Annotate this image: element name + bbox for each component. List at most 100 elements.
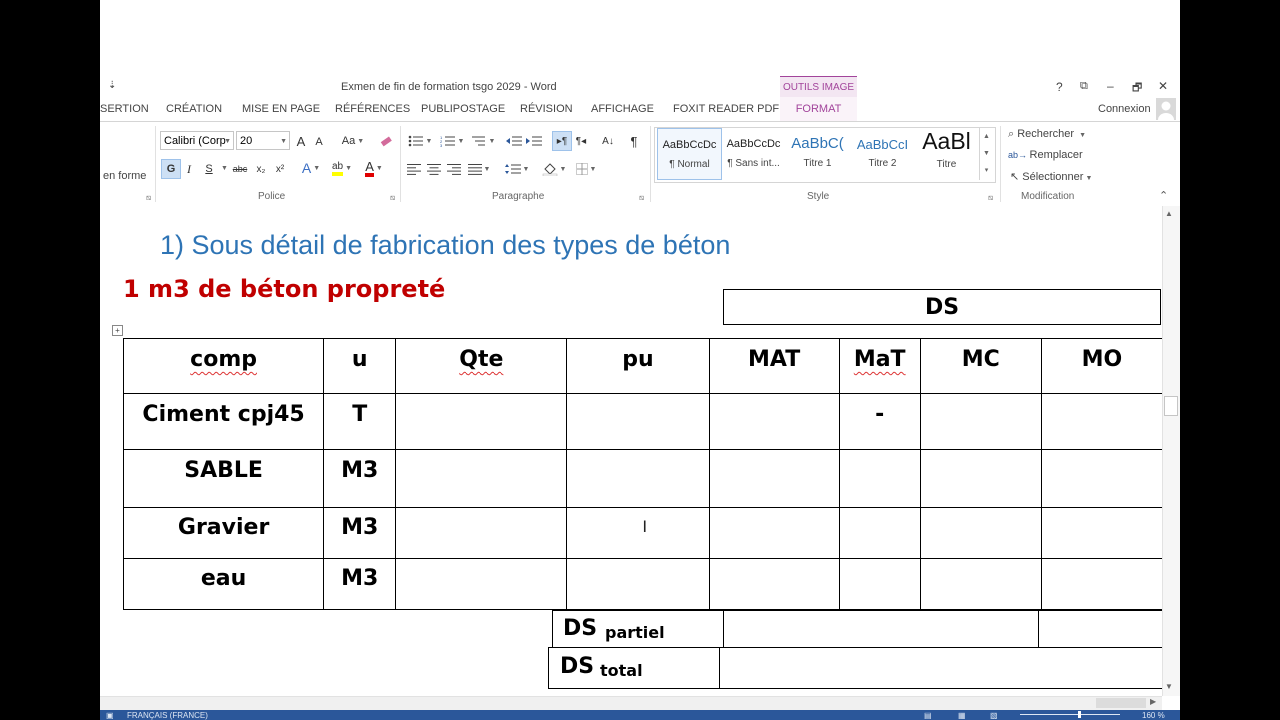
table-cell[interactable]: [566, 449, 710, 508]
table-cell[interactable]: Ciment cpj45: [122, 393, 325, 450]
tab-format[interactable]: FORMAT: [780, 97, 857, 121]
style-titre[interactable]: AaBl Titre: [915, 128, 978, 178]
tab-revision[interactable]: RÉVISION: [520, 103, 573, 115]
table-cell[interactable]: [1040, 558, 1164, 610]
select-button[interactable]: ↖ Sélectionner ▼: [1010, 170, 1092, 183]
scroll-down-arrow-icon[interactable]: ▼: [1165, 682, 1173, 691]
table-cell[interactable]: [708, 393, 840, 450]
ds-partiel-value-cell[interactable]: [723, 611, 1039, 647]
font-color-button[interactable]: A ▼: [360, 159, 388, 177]
table-cell[interactable]: [838, 558, 921, 610]
bold-button[interactable]: G: [161, 159, 181, 179]
sort-button[interactable]: A↓: [600, 132, 616, 150]
strikethrough-button[interactable]: abc: [230, 160, 250, 178]
tab-foxit-reader-pdf[interactable]: FOXIT READER PDF: [673, 103, 779, 115]
table-move-handle-icon[interactable]: +: [112, 325, 123, 336]
tab-publipostage[interactable]: PUBLIPOSTAGE: [421, 103, 505, 115]
show-formatting-button[interactable]: ¶: [626, 132, 642, 150]
table-cell[interactable]: [919, 558, 1042, 610]
restore-button[interactable]: 🗗: [1132, 79, 1142, 98]
tab-references[interactable]: RÉFÉRENCES: [335, 103, 410, 115]
table-cell[interactable]: [919, 393, 1042, 450]
table-cell[interactable]: [1040, 393, 1164, 450]
collapse-ribbon-icon[interactable]: ⌃: [1159, 189, 1168, 202]
shading-button[interactable]: ▼: [540, 160, 568, 178]
scroll-up-arrow-icon[interactable]: ▲: [1165, 209, 1173, 218]
table-cell[interactable]: [395, 507, 568, 559]
print-layout-icon[interactable]: ▦: [958, 711, 966, 720]
font-name-box[interactable]: Calibri (Corp ▼: [160, 131, 234, 150]
header-cell[interactable]: MAT: [708, 338, 840, 394]
style-titre-1[interactable]: AaBbC(Titre 1: [786, 128, 849, 178]
underline-button[interactable]: S: [202, 160, 216, 178]
table-cell[interactable]: [838, 507, 921, 559]
italic-button[interactable]: I: [182, 160, 196, 178]
highlight-button[interactable]: ab ▼: [328, 159, 356, 177]
header-cell[interactable]: comp: [122, 338, 325, 394]
table-cell[interactable]: [919, 507, 1042, 559]
language-indicator[interactable]: FRANÇAIS (FRANCE): [127, 711, 208, 720]
line-spacing-button[interactable]: ▼: [503, 160, 531, 178]
justify-button[interactable]: ▼: [466, 160, 492, 178]
header-cell[interactable]: u: [323, 338, 397, 394]
header-cell[interactable]: MC: [919, 338, 1042, 394]
minimize-button[interactable]: –: [1107, 79, 1114, 93]
clipboard-launcher-icon[interactable]: ⧅: [146, 193, 151, 203]
styles-launcher-icon[interactable]: ⧅: [988, 193, 993, 203]
quick-access-customize-icon[interactable]: ⇣: [108, 80, 116, 91]
table-cell[interactable]: [566, 558, 710, 610]
ltr-button[interactable]: ▸¶: [552, 131, 572, 151]
header-cell[interactable]: MaT: [838, 338, 921, 394]
header-cell[interactable]: pu: [566, 338, 710, 394]
table-cell[interactable]: M3: [323, 507, 397, 559]
table-cell[interactable]: [566, 393, 710, 450]
table-cell[interactable]: [395, 393, 568, 450]
vertical-scroll-thumb[interactable]: [1164, 396, 1178, 416]
styles-scroll[interactable]: ▲ ▼ ▾: [979, 128, 993, 180]
table-cell[interactable]: [838, 449, 921, 508]
tab-affichage[interactable]: AFFICHAGE: [591, 103, 654, 115]
font-size-box[interactable]: 20 ▼: [236, 131, 290, 150]
font-launcher-icon[interactable]: ⧅: [390, 193, 395, 203]
close-button[interactable]: ✕: [1158, 79, 1168, 93]
increase-indent-button[interactable]: [525, 132, 543, 150]
table-cell[interactable]: [395, 449, 568, 508]
align-right-button[interactable]: [446, 160, 462, 178]
align-center-button[interactable]: [426, 160, 442, 178]
table-cell[interactable]: [395, 558, 568, 610]
help-button[interactable]: ?: [1056, 80, 1063, 94]
ds-header-cell[interactable]: DS: [723, 289, 1161, 325]
replace-button[interactable]: ab→ Remplacer: [1008, 149, 1083, 161]
table-cell[interactable]: M3: [323, 449, 397, 508]
grow-font-button[interactable]: A: [294, 132, 308, 150]
table-cell[interactable]: [708, 507, 840, 559]
chevron-down-icon[interactable]: ▼: [980, 145, 993, 162]
style-sans-interligne[interactable]: AaBbCcDc ¶ Sans int...: [722, 128, 785, 178]
header-cell[interactable]: MO: [1040, 338, 1164, 394]
table-cell[interactable]: [708, 449, 840, 508]
text-effects-button[interactable]: A ▼: [298, 159, 324, 177]
numbering-button[interactable]: 1 2 3 ▼: [438, 132, 466, 150]
table-cell[interactable]: T: [323, 393, 397, 450]
change-case-button[interactable]: Aa ▼: [338, 132, 368, 150]
table-cell[interactable]: Gravier: [122, 507, 325, 559]
table-cell[interactable]: eau: [122, 558, 325, 610]
align-left-button[interactable]: [406, 160, 422, 178]
table-cell[interactable]: SABLE: [122, 449, 325, 508]
table-cell[interactable]: [919, 449, 1042, 508]
table-cell[interactable]: -: [838, 393, 921, 450]
subscript-button[interactable]: x₂: [253, 160, 269, 178]
table-cell[interactable]: M3: [323, 558, 397, 610]
paragraph-launcher-icon[interactable]: ⧅: [639, 193, 644, 203]
table-cell[interactable]: [1040, 507, 1164, 559]
table-cell[interactable]: [1040, 449, 1164, 508]
zoom-slider-thumb[interactable]: [1078, 711, 1081, 718]
rtl-button[interactable]: ¶◂: [573, 132, 589, 150]
web-layout-icon[interactable]: ▧: [990, 711, 998, 720]
shrink-font-button[interactable]: A: [312, 133, 326, 151]
horizontal-scrollbar[interactable]: [100, 696, 1162, 711]
decrease-indent-button[interactable]: [505, 132, 523, 150]
avatar[interactable]: [1156, 98, 1176, 120]
zoom-slider[interactable]: [1020, 714, 1120, 715]
header-cell[interactable]: Qte: [395, 338, 568, 394]
